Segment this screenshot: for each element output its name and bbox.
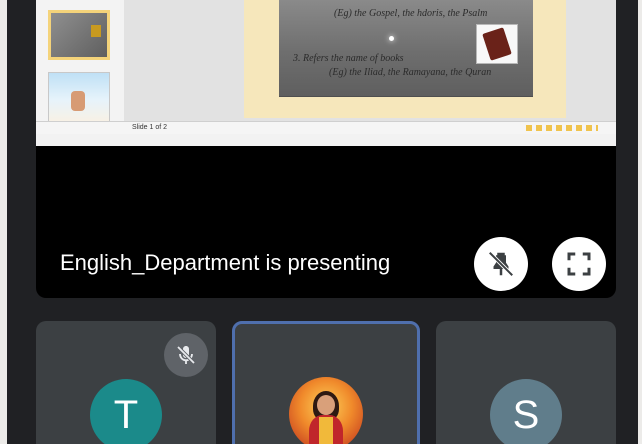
- avatar: S: [490, 379, 562, 444]
- shared-screen: (Eg) the Gospel, the hdoris, the Psalm 3…: [36, 0, 616, 146]
- current-slide: (Eg) the Gospel, the hdoris, the Psalm 3…: [279, 0, 533, 97]
- mic-off-icon: [176, 345, 196, 365]
- app-status-bar: Slide 1 of 2: [36, 121, 616, 135]
- window-edge-right: [638, 0, 642, 444]
- unpin-button[interactable]: [474, 237, 528, 291]
- slide-editor-area: (Eg) the Gospel, the hdoris, the Psalm 3…: [124, 0, 616, 130]
- slide-text-line-2: 3. Refers the name of books: [293, 53, 404, 64]
- book-image: [476, 24, 518, 64]
- slide-thumbnail-1: [48, 10, 110, 60]
- status-bar-controls: [526, 125, 598, 131]
- participant-tile-active-speaker[interactable]: [232, 321, 420, 444]
- unpin-icon: [488, 251, 514, 277]
- shared-screen-bottom: [36, 134, 616, 146]
- slide-thumbnail-2: [48, 72, 110, 122]
- avatar-photo: [289, 377, 363, 444]
- meeting-stage: (Eg) the Gospel, the hdoris, the Psalm 3…: [0, 0, 642, 444]
- sparkle-icon: [389, 36, 394, 41]
- slide-text-line-3: (Eg) the Iliad, the Ramayana, the Quran: [329, 67, 492, 78]
- participant-tile-t[interactable]: T: [36, 321, 216, 444]
- window-edge-left: [0, 0, 7, 444]
- avatar-initial: T: [113, 393, 139, 437]
- presenter-label: English_Department is presenting: [60, 250, 391, 275]
- status-bar-text: Slide 1 of 2: [132, 124, 168, 131]
- avatar-initial: S: [512, 393, 540, 437]
- avatar: T: [90, 379, 162, 444]
- fullscreen-button[interactable]: [552, 237, 606, 291]
- participant-tile-s[interactable]: S: [436, 321, 616, 444]
- presentation-tile[interactable]: (Eg) the Gospel, the hdoris, the Psalm 3…: [36, 0, 616, 298]
- slide-thumbnail-pane: [36, 0, 125, 130]
- slide-text-line-1: (Eg) the Gospel, the hdoris, the Psalm: [334, 8, 488, 19]
- muted-badge: [164, 333, 208, 377]
- fullscreen-icon: [567, 252, 591, 276]
